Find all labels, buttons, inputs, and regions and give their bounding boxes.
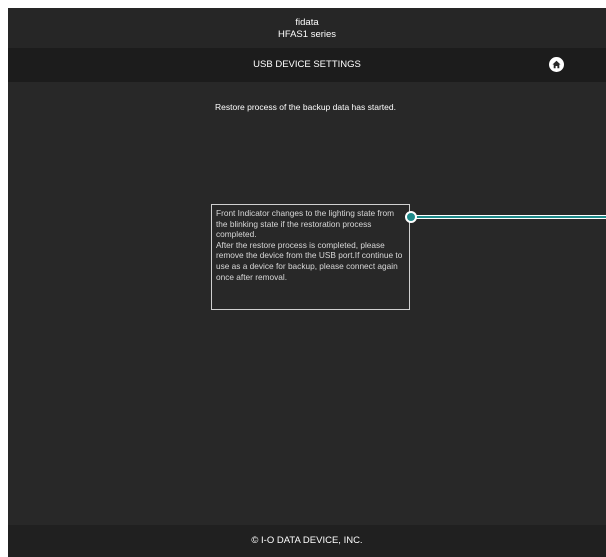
info-text: Front Indicator changes to the lighting … — [216, 208, 403, 282]
callout-connector — [405, 211, 606, 223]
callout-dot — [405, 211, 417, 223]
brand-name: fidata — [295, 17, 319, 28]
header: fidata HFAS1 series — [8, 8, 606, 48]
app-frame: fidata HFAS1 series USB DEVICE SETTINGS … — [8, 8, 606, 557]
status-message: Restore process of the backup data has s… — [215, 102, 396, 112]
home-button[interactable] — [549, 57, 564, 72]
main-content: Restore process of the backup data has s… — [8, 82, 606, 525]
title-bar: USB DEVICE SETTINGS — [8, 48, 606, 82]
page-title: USB DEVICE SETTINGS — [253, 59, 361, 70]
home-icon — [552, 60, 561, 69]
copyright-text: © I-O DATA DEVICE, INC. — [251, 535, 363, 546]
info-callout: Front Indicator changes to the lighting … — [211, 204, 410, 310]
model-name: HFAS1 series — [277, 29, 337, 40]
footer: © I-O DATA DEVICE, INC. — [8, 525, 606, 557]
